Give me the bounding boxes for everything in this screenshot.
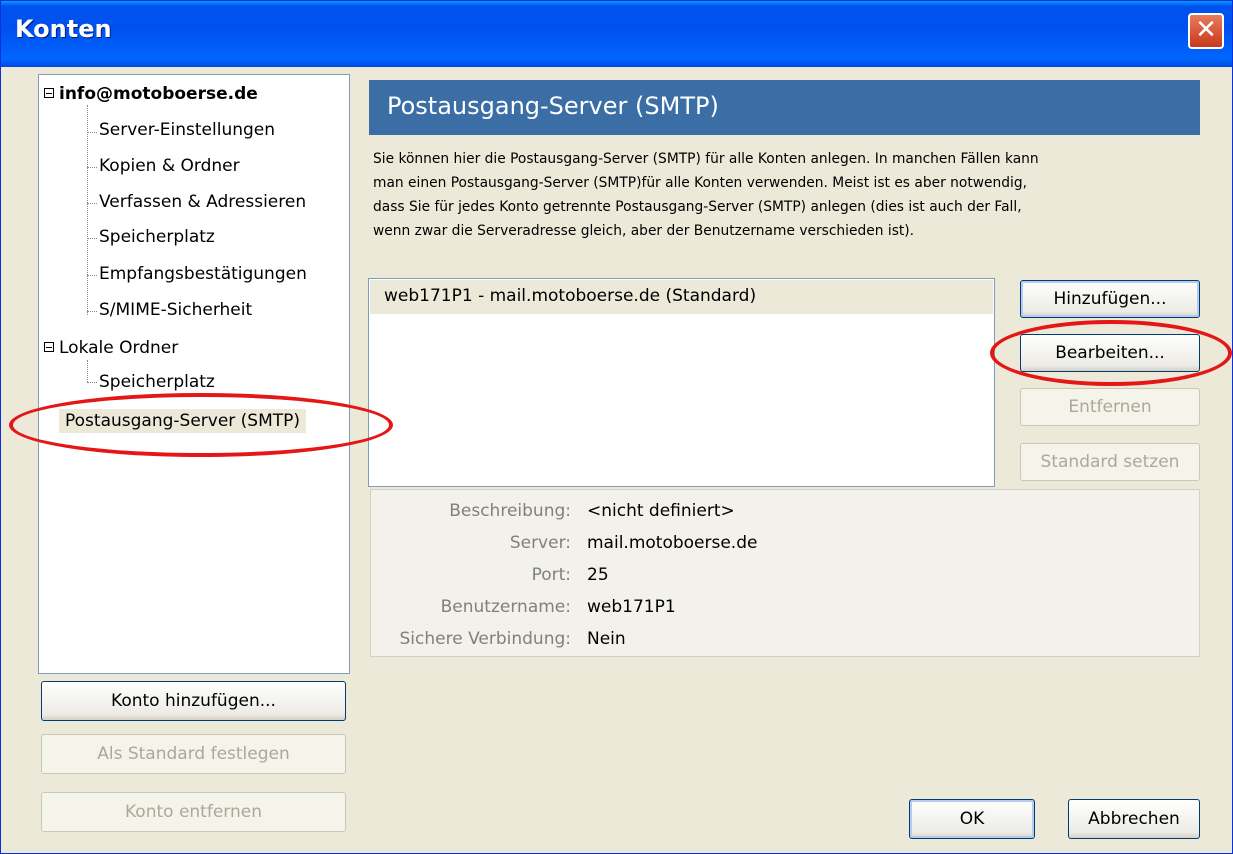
cancel-button[interactable]: Abbrechen (1068, 799, 1200, 839)
detail-label: Port: (531, 565, 571, 585)
add-account-button[interactable]: Konto hinzufügen... (41, 681, 346, 721)
detail-label: Beschreibung: (449, 501, 571, 521)
detail-label: Server: (509, 533, 571, 553)
tree-line (87, 167, 97, 168)
accounts-dialog: Konten ✕ info@motoboerse.de Server-Einst… (0, 0, 1233, 854)
tree-line (87, 311, 97, 312)
description-line: dass Sie für jedes Konto getrennte Posta… (373, 199, 1022, 215)
title-bar: Konten ✕ (1, 1, 1232, 67)
tree-item-server-settings[interactable]: Server-Einstellungen (99, 120, 275, 140)
account-tree[interactable]: info@motoboerse.de Server-Einstellungen … (38, 74, 350, 674)
panel-title: Postausgang-Server (SMTP) (387, 92, 719, 120)
tree-item-copies-folders[interactable]: Kopien & Ordner (99, 156, 240, 176)
tree-item-local-folders[interactable]: Lokale Ordner (59, 338, 178, 358)
tree-item-receipts[interactable]: Empfangsbestätigungen (99, 264, 307, 284)
description-line: Sie können hier die Postausgang-Server (… (373, 151, 1039, 167)
tree-item-smtp[interactable]: Postausgang-Server (SMTP) (59, 409, 307, 433)
detail-value: Nein (587, 629, 626, 649)
detail-label: Sichere Verbindung: (399, 629, 571, 649)
tree-item-composition[interactable]: Verfassen & Adressieren (99, 192, 306, 212)
tree-item-account[interactable]: info@motoboerse.de (59, 84, 258, 104)
detail-value: <nicht definiert> (587, 501, 735, 521)
tree-line (87, 132, 97, 133)
detail-value: web171P1 (587, 597, 676, 617)
remove-server-button[interactable]: Entfernen (1020, 388, 1200, 426)
tree-line (87, 360, 88, 382)
remove-account-button[interactable]: Konto entfernen (41, 792, 346, 832)
description-line: wenn zwar die Serveradresse gleich, aber… (373, 223, 915, 239)
description-line: man einen Postausgang-Server (SMTP)für a… (373, 175, 1027, 191)
set-default-account-button[interactable]: Als Standard festlegen (41, 734, 346, 774)
add-server-button[interactable]: Hinzufügen... (1020, 280, 1200, 318)
tree-item-smime[interactable]: S/MIME-Sicherheit (99, 300, 252, 320)
detail-label: Benutzername: (440, 597, 571, 617)
tree-line (87, 238, 97, 239)
detail-value: mail.motoboerse.de (587, 533, 758, 553)
tree-line (87, 382, 97, 383)
server-entry-label: web171P1 - mail.motoboerse.de (Standard) (384, 286, 757, 306)
set-default-server-button[interactable]: Standard setzen (1020, 443, 1200, 481)
tree-line (87, 275, 97, 276)
tree-line (87, 203, 97, 204)
detail-value: 25 (587, 565, 609, 585)
ok-button[interactable]: OK (909, 799, 1035, 839)
server-details: Beschreibung: <nicht definiert> Server: … (370, 489, 1200, 657)
edit-server-button[interactable]: Bearbeiten... (1020, 334, 1200, 372)
collapse-icon[interactable] (44, 88, 54, 98)
panel-header: Postausgang-Server (SMTP) (369, 80, 1200, 135)
tree-line (87, 105, 88, 315)
list-item[interactable]: web171P1 - mail.motoboerse.de (Standard) (370, 280, 993, 314)
panel-description: Sie können hier die Postausgang-Server (… (373, 147, 1223, 243)
smtp-server-list[interactable]: web171P1 - mail.motoboerse.de (Standard) (368, 278, 995, 487)
close-icon[interactable]: ✕ (1188, 13, 1224, 49)
window-title: Konten (15, 15, 112, 43)
tree-item-disk-space[interactable]: Speicherplatz (99, 227, 215, 247)
collapse-icon[interactable] (44, 342, 54, 352)
tree-item-local-disk-space[interactable]: Speicherplatz (99, 372, 215, 392)
